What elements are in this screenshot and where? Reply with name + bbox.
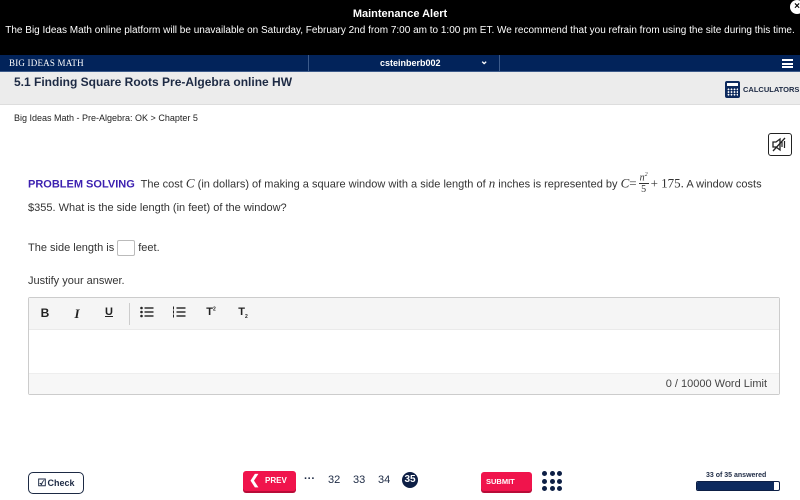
word-count: 0 / 10000 Word Limit [665, 378, 767, 390]
side-length-input[interactable] [117, 240, 136, 256]
brand-logo[interactable]: BIG IDEAS MATH [9, 58, 84, 68]
word-count-bar: 0 / 10000 Word Limit [29, 373, 779, 394]
progress-bar [696, 481, 780, 491]
audio-toggle-button[interactable] [768, 133, 792, 156]
prev-label: PREV [265, 476, 287, 485]
italic-button[interactable]: I [69, 306, 85, 322]
problem-text: The cost [140, 178, 183, 191]
problem-label: PROBLEM SOLVING [28, 178, 135, 191]
problem-text: inches is represented by [498, 178, 618, 191]
editor-toolbar: B I U T2 T2 [29, 298, 779, 330]
progress-fill [697, 482, 775, 490]
variable-n: n [488, 175, 496, 191]
speaker-muted-icon [772, 137, 786, 152]
superscript-mark: 2 [212, 306, 216, 313]
toolbar-divider [129, 303, 130, 325]
user-menu[interactable]: csteinberb002 [380, 58, 441, 68]
page-link[interactable]: 34 [378, 474, 390, 486]
variable-c: C [185, 175, 195, 191]
chevron-down-icon[interactable]: ⌄ [480, 56, 488, 67]
subscript-button[interactable]: T2 [235, 306, 251, 320]
check-button[interactable]: ☑ Check [28, 472, 84, 494]
bold-button[interactable]: B [37, 306, 53, 320]
equals-sign: = [629, 175, 637, 191]
numbered-list-icon [173, 306, 186, 318]
prev-button[interactable]: ❮ PREV [243, 471, 296, 491]
justification-textarea[interactable] [29, 330, 779, 374]
check-label: Check [47, 478, 75, 488]
calculator-icon [725, 81, 740, 98]
more-pages-button[interactable]: ··· [304, 473, 315, 485]
bullet-list-icon [140, 306, 154, 318]
numbered-list-button[interactable] [171, 306, 187, 321]
calculators-label: CALCULATORS [743, 85, 800, 94]
submit-button[interactable]: SUBMIT [481, 472, 532, 491]
assignment-header: 5.1 Finding Square Roots Pre-Algebra onl… [0, 72, 800, 105]
answer-prefix: The side length is [28, 242, 115, 254]
top-navbar: BIG IDEAS MATH csteinberb002 ⌄ [0, 55, 800, 72]
calculators-button[interactable]: CALCULATORS [725, 81, 799, 98]
answer-suffix: feet. [138, 242, 160, 254]
close-icon[interactable]: × [790, 0, 800, 14]
hamburger-menu-icon[interactable] [782, 59, 793, 68]
subscript-mark: 2 [244, 314, 248, 321]
current-page[interactable]: 35 [402, 472, 418, 488]
page-link[interactable]: 32 [328, 474, 340, 486]
problem-text: (in dollars) of making a square window w… [197, 178, 486, 191]
bullet-list-button[interactable] [139, 306, 155, 321]
nav-divider [308, 55, 309, 72]
progress-label: 33 of 35 answered [706, 472, 767, 479]
equation-constant: + 175. [650, 175, 684, 191]
alert-message: The Big Ideas Math online platform will … [5, 25, 795, 36]
assignment-title: 5.1 Finding Square Roots Pre-Algebra onl… [14, 75, 293, 89]
exponent: 2 [644, 172, 648, 178]
question-grid-button[interactable] [541, 471, 563, 493]
problem-statement: PROBLEM SOLVING The cost C (in dollars) … [28, 172, 788, 219]
alert-title: Maintenance Alert [352, 8, 448, 20]
justification-editor: B I U T2 T2 0 / 10000 Word Limit [28, 297, 780, 395]
fraction-denominator: 5 [641, 184, 647, 196]
answer-line: The side length is feet. [28, 240, 160, 256]
superscript-icon: T [206, 306, 213, 318]
nav-divider [499, 55, 500, 72]
justify-label: Justify your answer. [28, 275, 125, 287]
underline-button[interactable]: U [101, 306, 117, 318]
chevron-left-icon: ❮ [249, 472, 260, 487]
breadcrumb[interactable]: Big Ideas Math - Pre-Algebra: OK > Chapt… [14, 113, 198, 123]
superscript-button[interactable]: T2 [203, 306, 219, 318]
equation-fraction: n2 5 [638, 170, 649, 196]
page-link[interactable]: 33 [353, 474, 365, 486]
equation-lhs: C [620, 175, 630, 191]
checkbox-icon: ☑ [37, 477, 47, 489]
maintenance-alert: Maintenance Alert The Big Ideas Math onl… [0, 0, 800, 55]
subscript-icon: T [238, 306, 245, 318]
